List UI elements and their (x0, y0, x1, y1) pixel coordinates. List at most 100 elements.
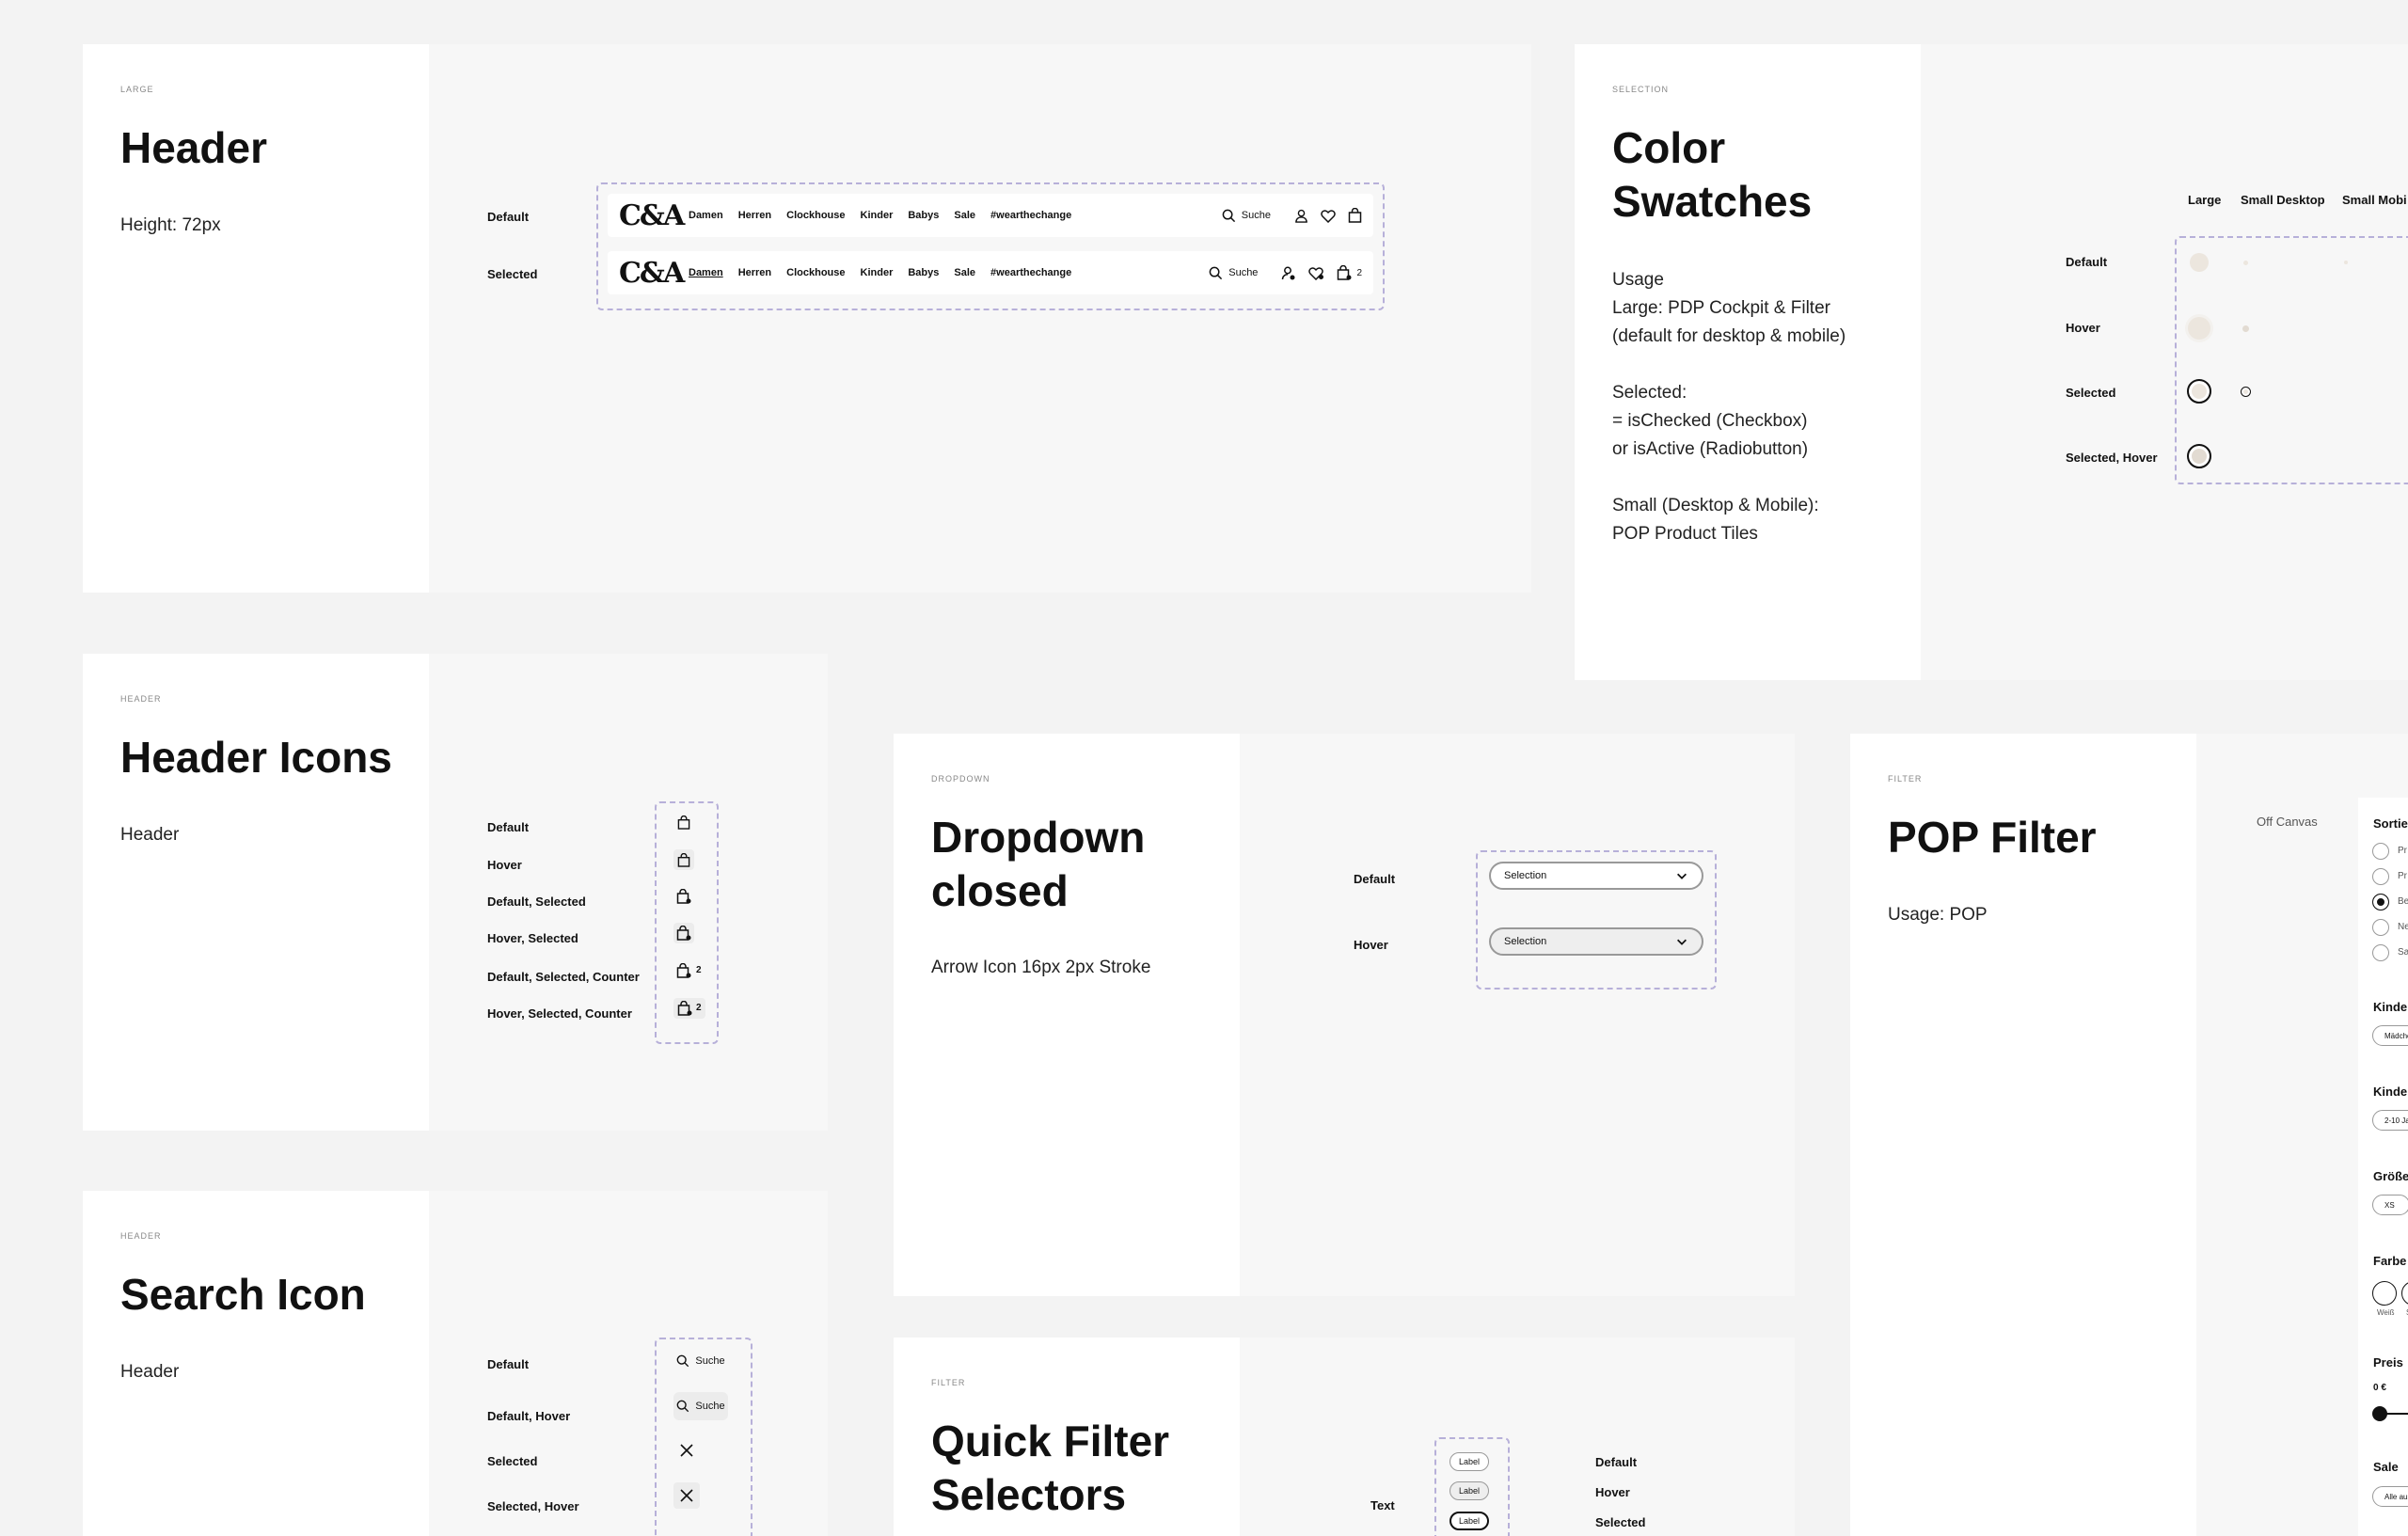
bag-selected-icon (676, 963, 691, 978)
account-button[interactable] (1281, 266, 1296, 280)
bag-hover-selected[interactable] (673, 923, 694, 943)
chevron-down-icon (1677, 939, 1687, 945)
swatch-large-selected[interactable] (2187, 379, 2211, 404)
row-label-selected: Selected (2066, 386, 2116, 400)
sort-radio-1[interactable] (2372, 843, 2389, 860)
bag-default-selected[interactable] (673, 886, 694, 907)
sort-radio-3-selected[interactable] (2372, 894, 2389, 911)
header-selected: C&A Damen Herren Clockhouse Kinder Babys… (608, 251, 1373, 294)
dropdown-value: Selection (1504, 870, 1547, 881)
nav-item-kinder[interactable]: Kinder (861, 267, 894, 278)
heart-selected-icon (1308, 266, 1324, 280)
bag-icon (677, 852, 690, 867)
search-button[interactable]: Suche (1222, 209, 1271, 223)
nav-item-wearthechange[interactable]: #wearthechange (990, 267, 1071, 278)
nav-item-herren[interactable]: Herren (738, 267, 771, 278)
nav-item-herren[interactable]: Herren (738, 210, 771, 221)
header-default: C&A Damen Herren Clockhouse Kinder Babys… (608, 194, 1373, 237)
account-button[interactable] (1294, 209, 1308, 223)
row-label-default: Default (487, 210, 530, 224)
bag-default-selected-counter[interactable] (673, 960, 694, 981)
sort-radio-2[interactable] (2372, 868, 2389, 885)
sort-radio-4[interactable] (2372, 919, 2389, 936)
section-eyebrow: SELECTION (1612, 85, 1670, 94)
quick-filter-chip-selected[interactable]: Label (1450, 1512, 1489, 1530)
search-close-selected[interactable] (673, 1437, 700, 1464)
search-close-selected-hover[interactable] (673, 1482, 700, 1509)
header-variants-frame: C&A Damen Herren Clockhouse Kinder Babys… (596, 182, 1385, 310)
filter-color-swatch-white[interactable] (2372, 1281, 2397, 1306)
swatch-large-default[interactable] (2190, 253, 2209, 272)
chevron-down-icon (1677, 873, 1687, 879)
row-label-selected-hover: Selected, Hover (2066, 451, 2158, 465)
swatch-large-selected-hover[interactable] (2187, 444, 2211, 468)
section-description: Header (120, 1362, 180, 1382)
main-nav: Damen Herren Clockhouse Kinder Babys Sal… (689, 210, 1071, 221)
filter-chip[interactable]: Mädche (2372, 1025, 2408, 1046)
dropdown-default[interactable]: Selection (1489, 862, 1703, 890)
swatch-small-desktop-hover[interactable] (2242, 325, 2249, 332)
filter-chip[interactable]: 2-10 Jah (2372, 1110, 2408, 1131)
wishlist-button[interactable] (1308, 266, 1324, 280)
filter-group-title: Kinder (2373, 1000, 2408, 1014)
sort-option-label: Be (2398, 896, 2408, 907)
section-description: Header (120, 825, 180, 845)
close-icon (680, 1444, 693, 1457)
quick-filter-chip-hover[interactable]: Label (1450, 1481, 1489, 1500)
filter-color-title: Farbe (2373, 1254, 2407, 1268)
heart-icon (1321, 209, 1336, 223)
section-eyebrow: FILTER (1888, 774, 1923, 784)
search-icon-sidebar: HEADER Search Icon Header (83, 1191, 429, 1536)
swatch-small-desktop-default[interactable] (2243, 261, 2248, 265)
header-actions: Suche 2 (1209, 265, 1362, 280)
bag-selected-icon (676, 889, 691, 904)
quick-filter-chip-default[interactable]: Label (1450, 1452, 1489, 1471)
nav-item-clockhouse[interactable]: Clockhouse (786, 267, 845, 278)
bag-selected-icon (677, 1001, 692, 1016)
brand-logo[interactable]: C&A (619, 257, 689, 290)
swatch-small-desktop-selected[interactable] (2241, 387, 2251, 397)
swatch-small-mobile-default[interactable] (2344, 261, 2348, 264)
section-description: Usage: POP (1888, 905, 1988, 925)
nav-item-damen[interactable]: Damen (689, 210, 723, 221)
bag-button[interactable] (1348, 208, 1362, 223)
nav-item-damen-selected[interactable]: Damen (689, 267, 723, 278)
search-default-hover[interactable]: Suche (673, 1392, 728, 1420)
dropdown-card: DROPDOWN Dropdown closed Arrow Icon 16px… (894, 734, 1795, 1296)
price-slider-handle[interactable] (2372, 1406, 2387, 1421)
bag-default[interactable] (673, 812, 694, 832)
nav-item-babys[interactable]: Babys (908, 267, 939, 278)
bag-hover[interactable] (673, 849, 694, 870)
state-label-hover: Hover (1595, 1485, 1630, 1499)
wishlist-button[interactable] (1321, 209, 1336, 223)
section-eyebrow: HEADER (120, 1231, 162, 1241)
search-label: Suche (1241, 210, 1271, 221)
column-header-large: Large (2188, 193, 2222, 207)
dropdown-hover[interactable]: Selection (1489, 927, 1703, 956)
state-label-selected: Selected (1595, 1515, 1646, 1529)
nav-item-kinder[interactable]: Kinder (861, 210, 894, 221)
row-label-default: Default (2066, 255, 2108, 269)
filter-chip[interactable]: XS (2372, 1195, 2408, 1215)
nav-item-clockhouse[interactable]: Clockhouse (786, 210, 845, 221)
search-default[interactable]: Suche (673, 1347, 728, 1375)
brand-logo[interactable]: C&A (619, 199, 689, 232)
nav-item-babys[interactable]: Babys (908, 210, 939, 221)
bag-button[interactable]: 2 (1337, 265, 1362, 280)
user-selected-icon (1282, 266, 1295, 279)
filter-sort-title: Sortier (2373, 816, 2408, 831)
section-title: POP Filter (1888, 813, 2097, 862)
search-icon (1209, 266, 1223, 279)
row-label-hover: Hover (1354, 938, 1388, 952)
filter-chip[interactable]: Alle ausw (2372, 1486, 2408, 1507)
search-button[interactable]: Suche (1209, 266, 1258, 280)
nav-item-sale[interactable]: Sale (954, 210, 975, 221)
search-icon (677, 1354, 689, 1368)
nav-item-wearthechange[interactable]: #wearthechange (990, 210, 1071, 221)
sort-radio-5[interactable] (2372, 944, 2389, 961)
sort-option-label: Ne (2398, 922, 2408, 932)
section-title: Header (120, 123, 267, 172)
swatch-large-hover[interactable] (2188, 317, 2210, 340)
header-card-sidebar: LARGE Header Height: 72px (83, 44, 429, 593)
nav-item-sale[interactable]: Sale (954, 267, 975, 278)
